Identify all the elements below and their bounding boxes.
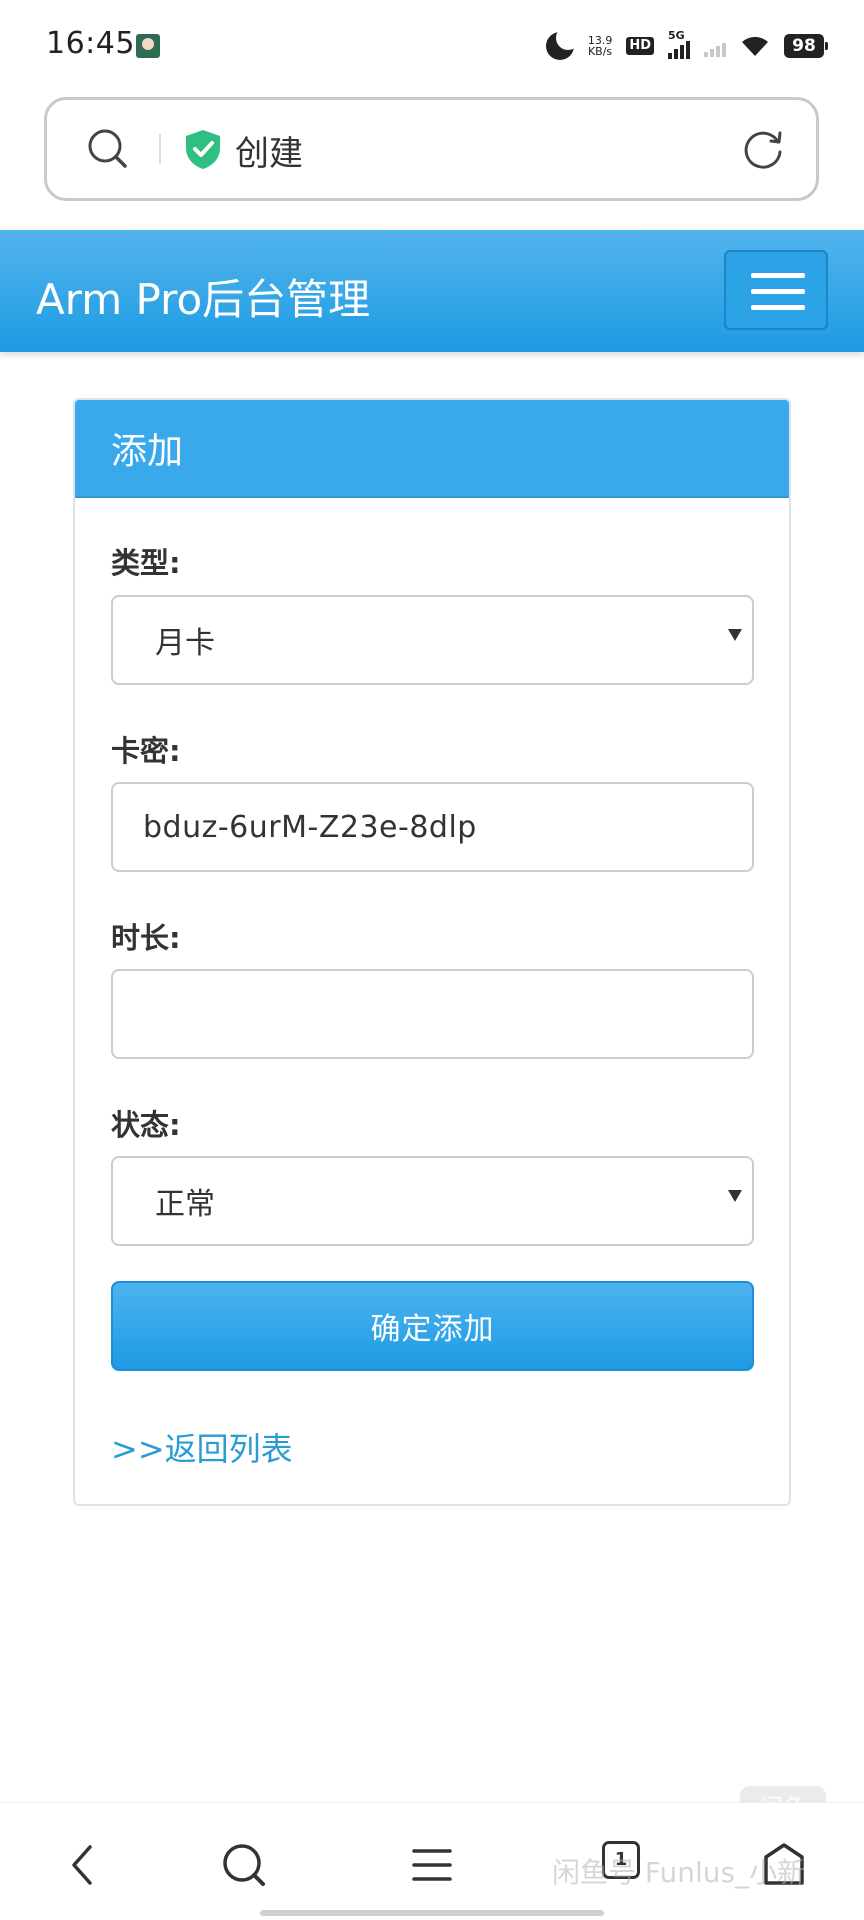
network-speed: 13.9 KB/s: [588, 35, 613, 57]
notification-avatar-icon: [136, 34, 160, 58]
security-shield-icon[interactable]: [183, 128, 223, 170]
duration-label: 时长:: [111, 921, 181, 955]
watermark-text: 闲鱼号 Funlus_小新: [552, 1856, 806, 1889]
status-select[interactable]: 正常: [111, 1156, 754, 1246]
signal-5g-icon: 5G: [668, 29, 690, 59]
back-icon[interactable]: [58, 1839, 110, 1891]
hamburger-line-icon: [751, 305, 805, 310]
type-select-value: 月卡: [155, 626, 215, 661]
add-card-panel: 添加 类型: 月卡 卡密: bduz-6urM-Z23e-8dlp 时长: 状态…: [73, 398, 791, 1506]
search-icon[interactable]: [85, 126, 131, 172]
dropdown-caret-icon: [728, 1190, 742, 1202]
network-type-label: 5G: [668, 29, 685, 42]
status-select-value: 正常: [155, 1187, 215, 1222]
duration-input[interactable]: [111, 969, 754, 1059]
dropdown-caret-icon: [728, 629, 742, 641]
search-icon[interactable]: [218, 1839, 270, 1891]
signal-secondary-icon: [704, 35, 726, 57]
back-to-list-link[interactable]: >>返回列表: [111, 1424, 293, 1470]
menu-icon[interactable]: [406, 1839, 458, 1891]
hamburger-menu-button[interactable]: [724, 250, 828, 330]
address-divider: [159, 134, 161, 164]
status-bar: 16:45 13.9 KB/s HD 5G 98: [0, 0, 864, 92]
network-speed-unit: KB/s: [587, 45, 613, 58]
hamburger-line-icon: [751, 273, 805, 278]
hamburger-line-icon: [751, 289, 805, 294]
refresh-icon[interactable]: [740, 126, 786, 172]
confirm-add-button[interactable]: 确定添加: [111, 1281, 754, 1371]
status-label: 状态:: [111, 1108, 181, 1142]
key-label: 卡密:: [111, 734, 181, 768]
type-select[interactable]: 月卡: [111, 595, 754, 685]
brand-title[interactable]: Arm Pro后台管理: [36, 266, 370, 327]
status-indicators: 13.9 KB/s HD 5G 98: [545, 26, 828, 64]
browser-address-bar[interactable]: 创建: [44, 97, 819, 201]
wifi-icon: [740, 34, 770, 58]
home-indicator[interactable]: [260, 1910, 604, 1916]
panel-title: 添加: [111, 431, 184, 472]
key-input[interactable]: bduz-6urM-Z23e-8dlp: [111, 782, 754, 872]
do-not-disturb-moon-icon: [545, 26, 580, 60]
panel-heading: 添加: [75, 400, 789, 498]
battery-icon: 98: [784, 34, 828, 58]
hd-voice-icon: HD: [626, 37, 654, 55]
key-input-value: bduz-6urM-Z23e-8dlp: [143, 809, 477, 845]
app-navbar: Arm Pro后台管理: [0, 230, 864, 352]
page-address-title[interactable]: 创建: [235, 126, 303, 175]
type-label: 类型:: [111, 546, 181, 580]
status-time: 16:45: [46, 26, 135, 61]
